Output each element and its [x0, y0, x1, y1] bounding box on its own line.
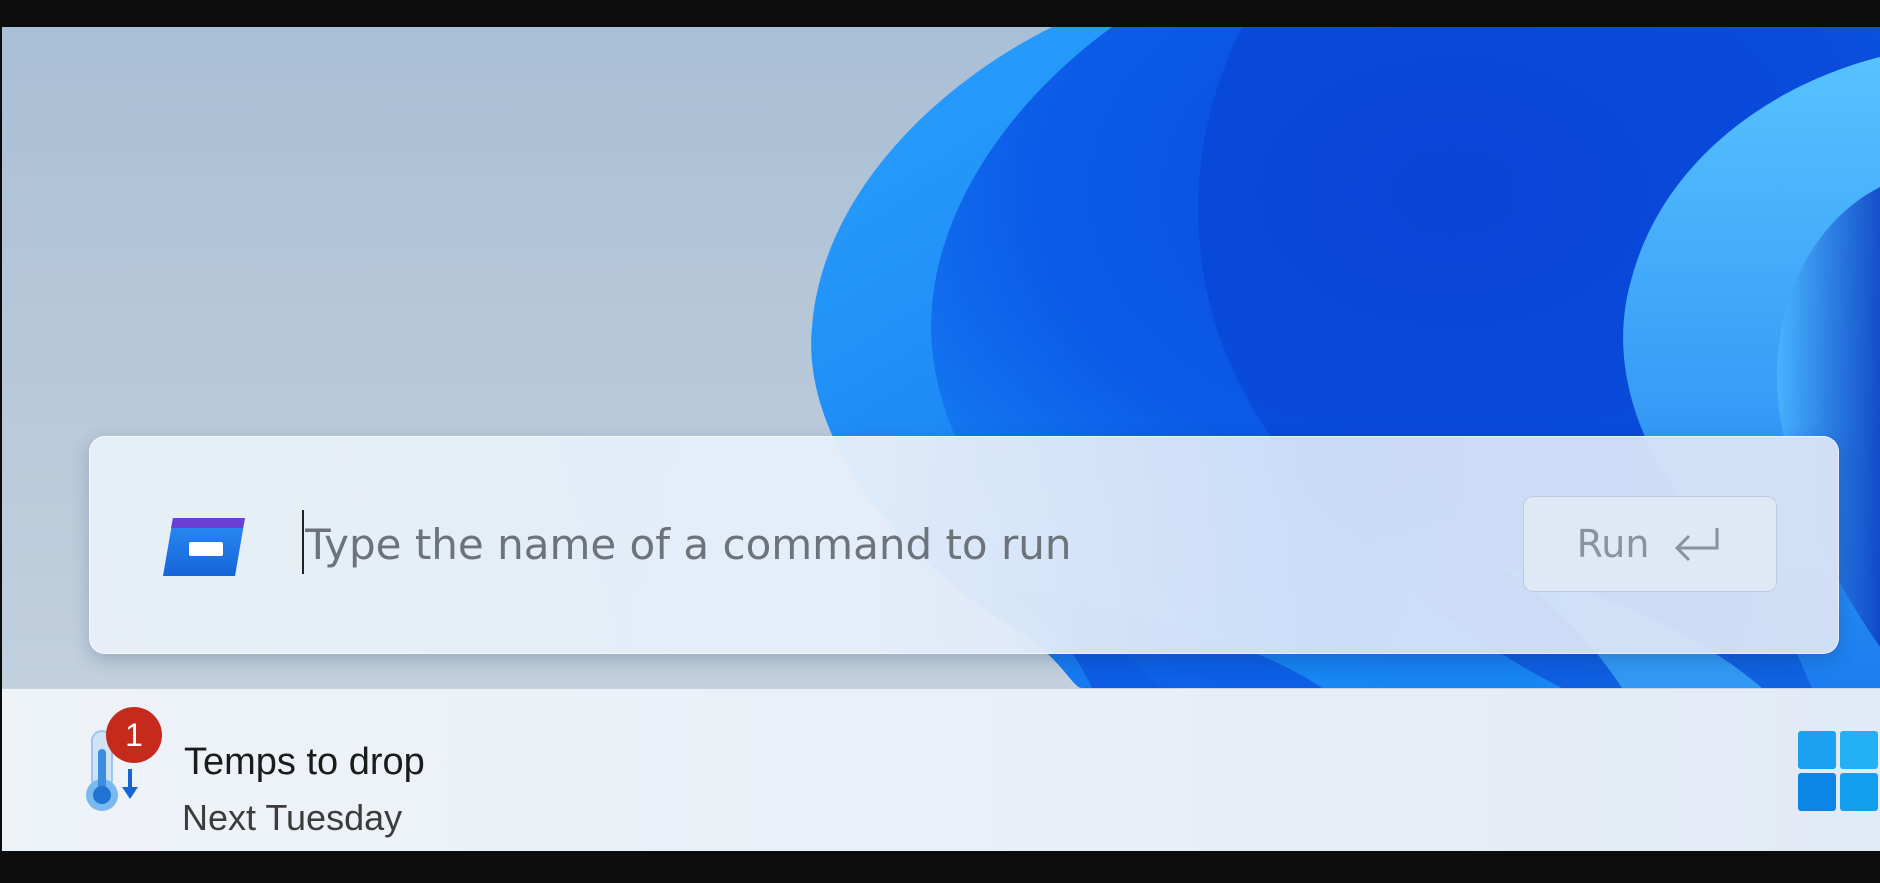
weather-widget[interactable]: 1 Temps to drop Next Tuesday [72, 707, 492, 838]
taskbar: 1 Temps to drop Next Tuesday [2, 688, 1880, 851]
run-dialog-icon [163, 518, 245, 576]
notification-badge: 1 [106, 707, 162, 763]
weather-subtitle: Next Tuesday [182, 797, 403, 838]
enter-return-icon [1675, 528, 1719, 562]
desktop: Run [2, 27, 1880, 688]
run-button-label: Run [1576, 522, 1650, 566]
weather-title: Temps to drop [184, 741, 425, 783]
run-button[interactable]: Run [1523, 496, 1777, 592]
start-button[interactable] [1798, 731, 1880, 813]
command-input[interactable] [301, 506, 1505, 582]
run-command-bar: Run [89, 436, 1839, 654]
